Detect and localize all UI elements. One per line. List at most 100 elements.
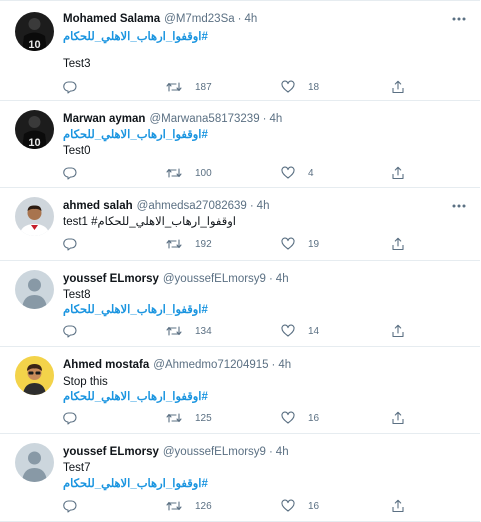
author-handle[interactable]: @youssefELmorsy9 [163, 273, 266, 285]
tweet-actions: 125 16 [63, 410, 408, 426]
reply-button[interactable] [63, 323, 77, 339]
heart-icon [281, 237, 295, 251]
hashtag-link[interactable]: #اوقفوا_ارهاب_الاهلي_للحكام [63, 31, 208, 43]
reply-icon [63, 324, 77, 338]
tweet-timestamp[interactable]: 4h [257, 200, 270, 212]
cartoon-avatar-icon[interactable] [15, 356, 54, 395]
tweet-text-line: Test3 [63, 57, 91, 71]
author-handle[interactable]: @M7md23Sa [164, 13, 234, 25]
tweet-timestamp[interactable]: 4h [269, 113, 282, 125]
retweet-icon [166, 237, 182, 251]
svg-text:10: 10 [28, 39, 40, 51]
retweet-button[interactable]: 187 [166, 79, 212, 95]
retweet-button[interactable]: 192 [166, 236, 212, 252]
tweet-text-line: #اوقفوا_ارهاب_الاهلي_للحكام [63, 303, 208, 317]
tweet-text-line: #اوقفوا_ارهاب_الاهلي_للحكام [63, 477, 208, 491]
reply-button[interactable] [63, 236, 77, 252]
tweet-header: youssef ELmorsy @youssefELmorsy9 · 4h [63, 445, 440, 459]
tweet-text-line: #اوقفوا_ارهاب_الاهلي_للحكام [63, 30, 208, 44]
reply-icon [63, 237, 77, 251]
like-button[interactable]: 16 [281, 498, 319, 514]
tweet-text-line: #اوقفوا_ارهاب_الاهلي_للحكام [63, 390, 208, 404]
share-button[interactable] [391, 498, 405, 514]
tweet[interactable]: youssef ELmorsy @youssefELmorsy9 · 4h Test8… [0, 261, 480, 347]
share-button[interactable] [391, 410, 405, 426]
retweet-count: 100 [195, 167, 212, 179]
retweet-count: 134 [195, 325, 212, 337]
share-button[interactable] [391, 323, 405, 339]
player-jersey-avatar-icon[interactable]: 10 [15, 12, 54, 51]
author-name[interactable]: youssef ELmorsy [63, 273, 159, 285]
player-jersey-avatar-icon[interactable]: 10 [15, 110, 54, 149]
tweet[interactable]: 10 Mohamed Salama @M7md23Sa · 4h #اوقفوا_ار… [0, 0, 480, 101]
separator-dot: · [271, 359, 276, 371]
tweet[interactable]: youssef ELmorsy @youssefELmorsy9 · 4h Test7… [0, 434, 480, 522]
hashtag-link[interactable]: #اوقفوا_ارهاب_الاهلي_للحكام [63, 391, 208, 403]
reply-icon [63, 166, 77, 180]
reply-button[interactable] [63, 165, 77, 181]
heart-icon [281, 324, 295, 338]
tweet-header: Marwan ayman @Marwana58173239 · 4h [63, 112, 440, 126]
tweet-timestamp[interactable]: 4h [276, 446, 289, 458]
retweet-button[interactable]: 125 [166, 410, 212, 426]
share-icon [391, 166, 405, 180]
author-name[interactable]: Ahmed mostafa [63, 359, 149, 371]
heart-icon [281, 499, 295, 513]
reply-button[interactable] [63, 410, 77, 426]
like-count: 16 [308, 412, 320, 424]
default-profile-avatar-icon[interactable] [15, 270, 54, 309]
tweet-text: Stop this [63, 376, 108, 388]
reply-icon [63, 499, 77, 513]
like-button[interactable]: 16 [281, 410, 319, 426]
hashtag-link[interactable]: #اوقفوا_ارهاب_الاهلي_للحكام [63, 129, 208, 141]
like-button[interactable]: 14 [281, 323, 319, 339]
retweet-icon [166, 80, 182, 94]
retweet-icon [166, 499, 182, 513]
more-options-icon[interactable] [451, 203, 467, 209]
player-photo-avatar-icon[interactable] [15, 197, 54, 236]
retweet-button[interactable]: 134 [166, 323, 212, 339]
reply-button[interactable] [63, 79, 77, 95]
tweet[interactable]: Ahmed mostafa @Ahmedmo71204915 · 4h Stop th… [0, 347, 480, 434]
share-button[interactable] [391, 79, 405, 95]
tweet-text-line: test1 #اوقفوا_ارهاب_الاهلي_للحكام [63, 215, 236, 229]
share-button[interactable] [391, 165, 405, 181]
like-count: 18 [308, 81, 320, 93]
like-button[interactable]: 4 [281, 165, 314, 181]
share-button[interactable] [391, 236, 405, 252]
tweet-timestamp[interactable]: 4h [276, 273, 289, 285]
tweet-timestamp[interactable]: 4h [278, 359, 291, 371]
more-options-icon[interactable] [451, 16, 467, 22]
tweet-timeline: 10 Mohamed Salama @M7md23Sa · 4h #اوقفوا_ار… [0, 0, 481, 522]
tweet[interactable]: 10 Marwan ayman @Marwana58173239 · 4h #اوقف… [0, 101, 480, 188]
tweet-text: Test3 [63, 58, 91, 70]
author-name[interactable]: youssef ELmorsy [63, 446, 159, 458]
tweet[interactable]: ahmed salah @ahmedsa27082639 · 4h test1 #او… [0, 188, 480, 261]
author-handle[interactable]: @ahmedsa27082639 [137, 200, 247, 212]
hashtag-link[interactable]: #اوقفوا_ارهاب_الاهلي_للحكام [63, 478, 208, 490]
author-handle[interactable]: @youssefELmorsy9 [163, 446, 266, 458]
reply-button[interactable] [63, 498, 77, 514]
hashtag-link[interactable]: #اوقفوا_ارهاب_الاهلي_للحكام [63, 304, 208, 316]
tweet-text-line: Test7 [63, 461, 91, 475]
tweet-header: Ahmed mostafa @Ahmedmo71204915 · 4h [63, 358, 440, 372]
heart-icon [281, 80, 295, 94]
like-button[interactable]: 19 [281, 236, 319, 252]
tweet-timestamp[interactable]: 4h [244, 13, 257, 25]
separator-dot: · [249, 200, 254, 212]
retweet-button[interactable]: 100 [166, 165, 212, 181]
author-name[interactable]: ahmed salah [63, 200, 133, 212]
retweet-count: 125 [195, 412, 212, 424]
default-profile-avatar-icon[interactable] [15, 443, 54, 482]
retweet-icon [166, 166, 182, 180]
retweet-button[interactable]: 126 [166, 498, 212, 514]
author-handle[interactable]: @Ahmedmo71204915 [153, 359, 268, 371]
retweet-count: 187 [195, 81, 212, 93]
author-name[interactable]: Marwan ayman [63, 113, 145, 125]
author-name[interactable]: Mohamed Salama [63, 13, 160, 25]
retweet-icon [166, 411, 182, 425]
like-button[interactable]: 18 [281, 79, 319, 95]
tweet-header: ahmed salah @ahmedsa27082639 · 4h [63, 199, 440, 213]
author-handle[interactable]: @Marwana58173239 [149, 113, 259, 125]
separator-dot: · [262, 113, 267, 125]
